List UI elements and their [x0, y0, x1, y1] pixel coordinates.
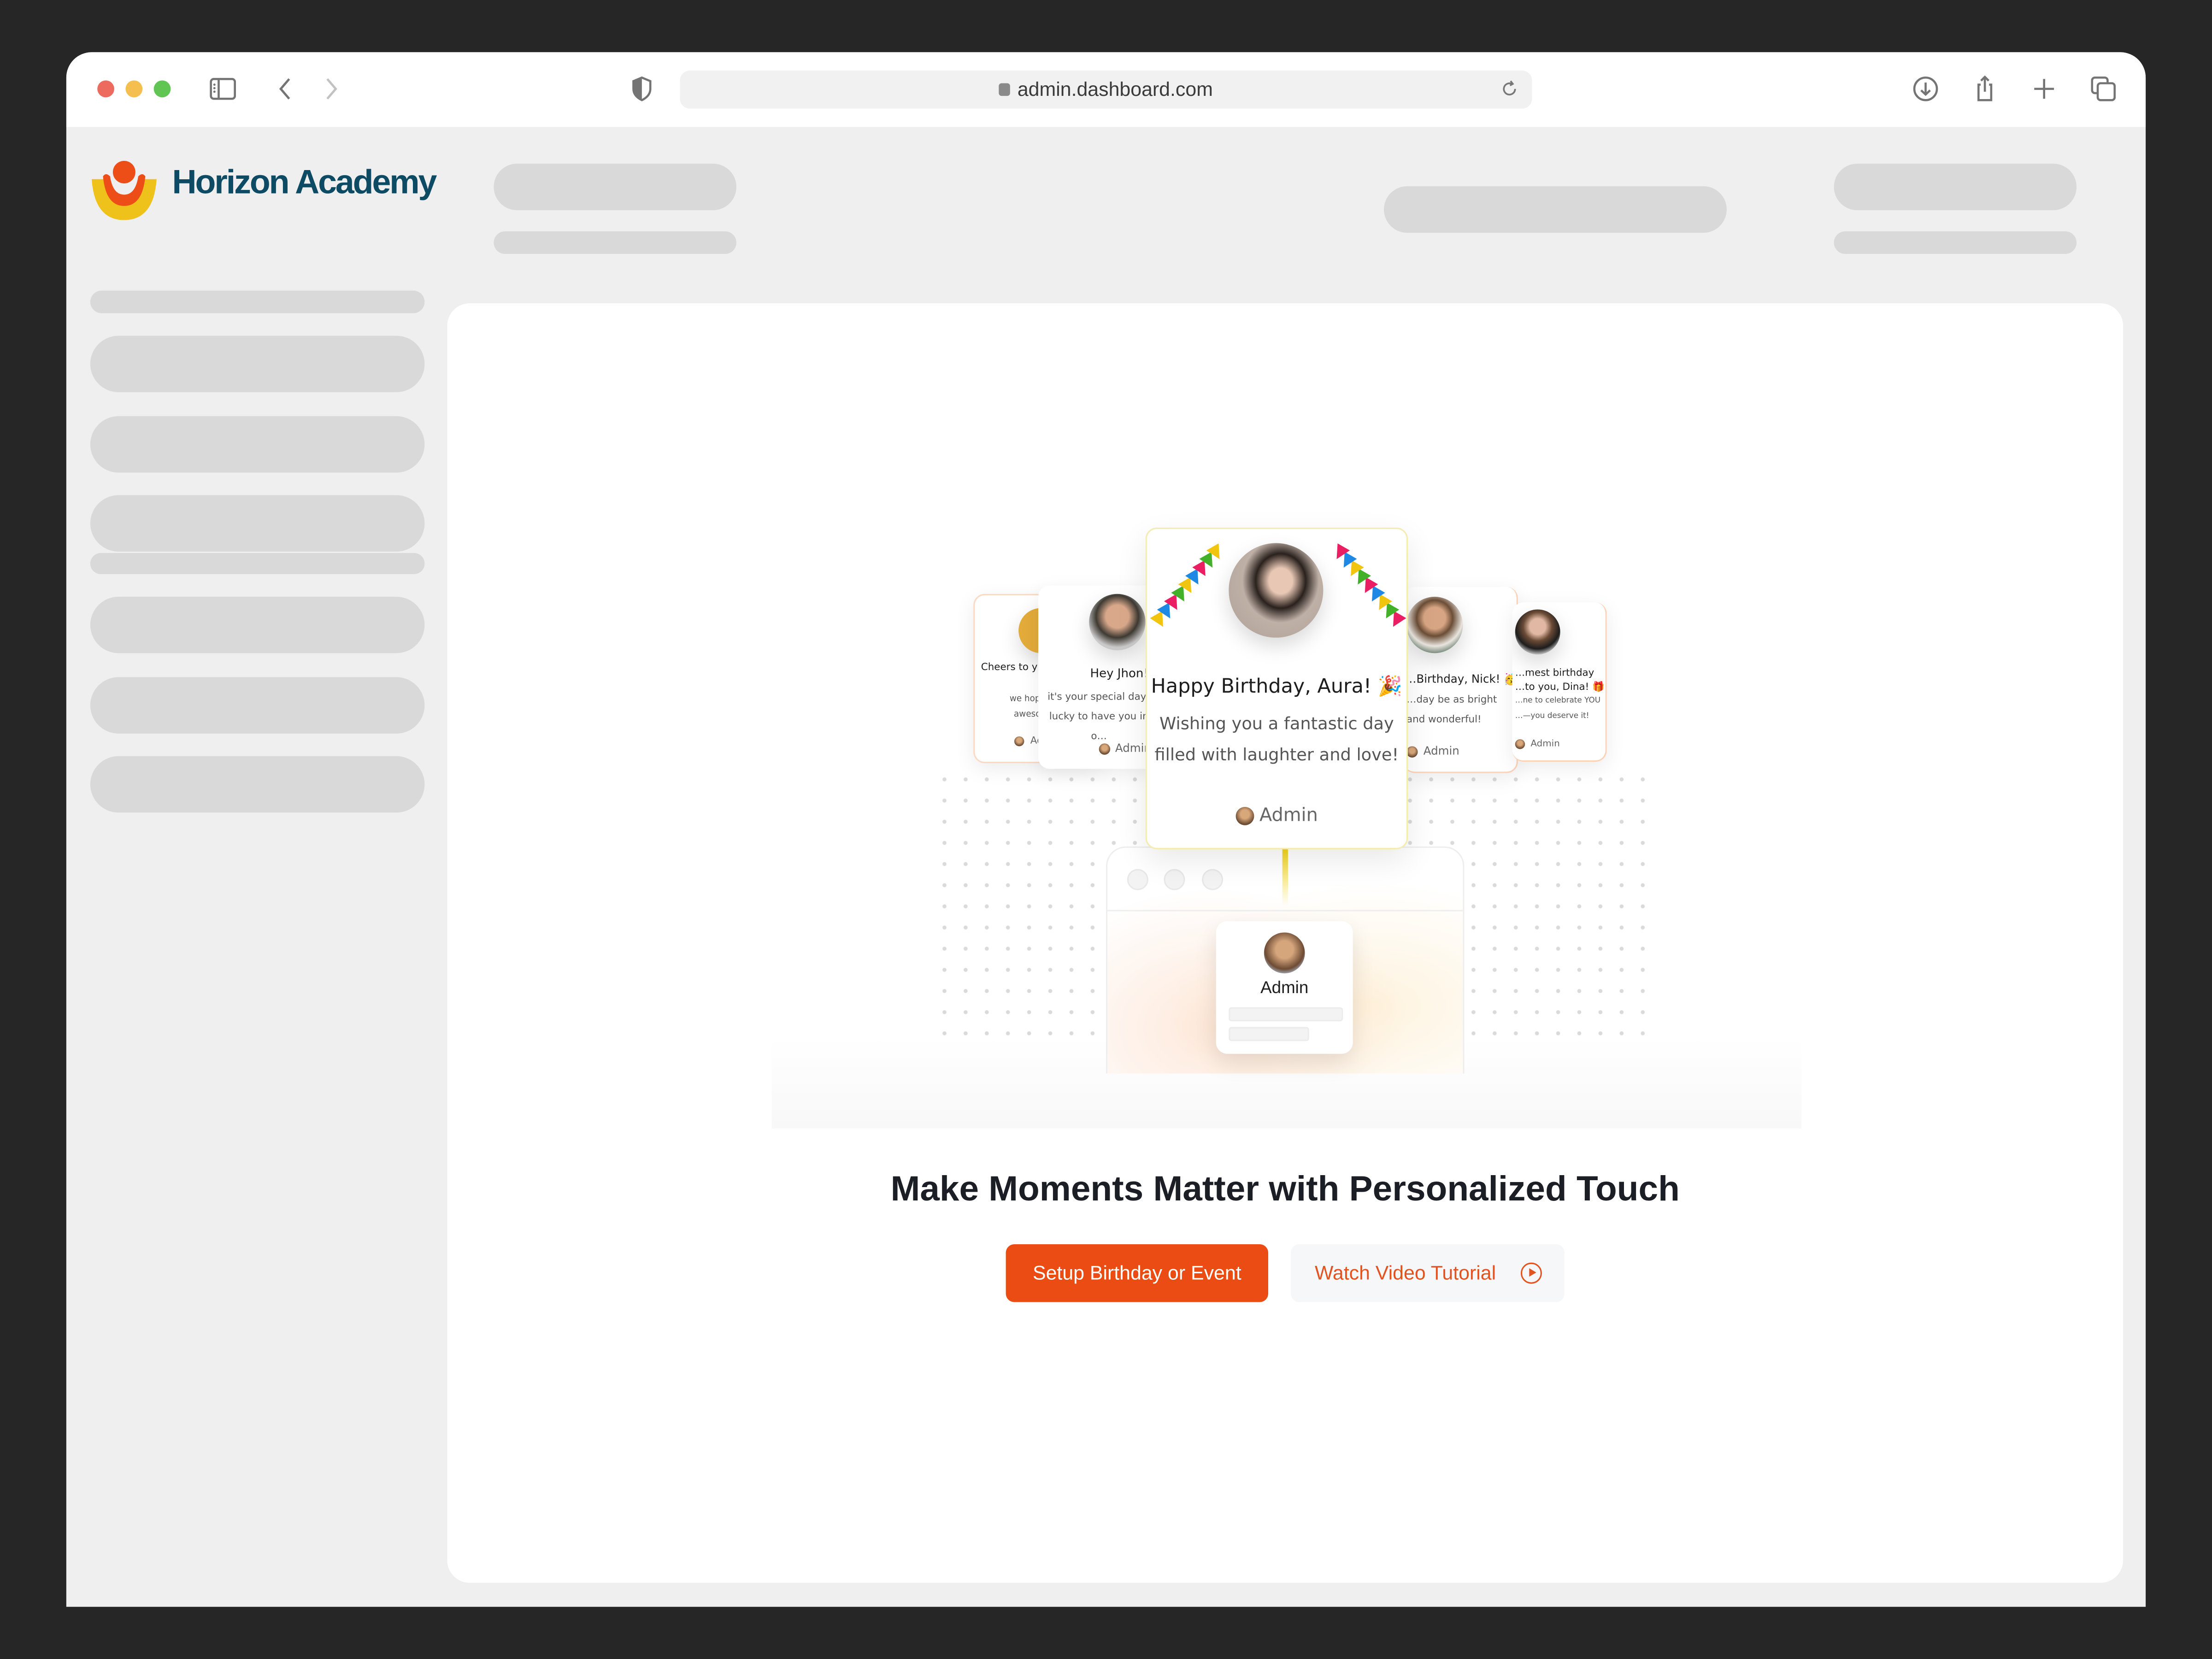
card-title: …mest birthday …to you, Dina! 🎁 — [1515, 667, 1605, 693]
sidebar-item-skeleton[interactable] — [90, 596, 425, 653]
sidebar-item-skeleton[interactable] — [90, 335, 425, 393]
featured-card-message: Wishing you a fantastic day filled with … — [1154, 713, 1399, 765]
card-message: …day be as bright and wonderful! — [1406, 694, 1497, 725]
card-author: Admin — [1404, 745, 1517, 758]
author-avatar — [1406, 745, 1418, 757]
header-skeleton — [1384, 186, 1727, 233]
header-skeleton — [494, 164, 736, 211]
birthday-avatar — [1089, 594, 1146, 651]
sidebar-skeleton — [90, 553, 425, 574]
admin-avatar — [1264, 932, 1305, 974]
author-avatar — [1015, 735, 1025, 746]
url-text: admin.dashboard.com — [1017, 77, 1213, 100]
sidebar-toggle-icon[interactable] — [209, 75, 237, 103]
birthday-card: …mest birthday …to you, Dina! 🎁 …ne to c… — [1512, 602, 1607, 762]
screen: admin.dashboard.com Horizon Academy Admi… — [0, 0, 2212, 1659]
main-content: Admin Cheers to y… Birthday, we hope yo…… — [447, 303, 2124, 1583]
lock-icon — [999, 83, 1011, 96]
address-bar[interactable]: admin.dashboard.com — [680, 71, 1532, 109]
tabs-overview-icon[interactable] — [2089, 75, 2118, 103]
chevron-right-icon[interactable] — [318, 75, 346, 103]
shield-icon[interactable] — [628, 75, 656, 103]
admin-card: Admin — [1216, 921, 1353, 1054]
play-circle-icon — [1520, 1262, 1542, 1284]
featured-card-author: Admin — [1147, 806, 1406, 827]
page-heading: Make Moments Matter with Personalized To… — [890, 1169, 1680, 1209]
header-skeleton — [494, 231, 736, 254]
connector-line — [1282, 846, 1288, 906]
birthday-avatar — [1406, 596, 1463, 653]
sidebar-skeleton — [90, 290, 425, 313]
header-skeleton — [1834, 164, 2077, 211]
brand-logo-icon[interactable] — [89, 160, 159, 231]
card-author: Admin — [1512, 738, 1606, 749]
card-author: Admin — [1038, 742, 1159, 755]
sidebar-item-skeleton[interactable] — [90, 677, 425, 734]
admin-name: Admin — [1260, 977, 1309, 998]
birthday-avatar — [1515, 609, 1560, 655]
minimize-window-button[interactable] — [125, 80, 143, 98]
setup-birthday-button[interactable]: Setup Birthday or Event — [1006, 1244, 1269, 1302]
birthday-card: Hey Jhon! it's your special day! lucky t… — [1038, 585, 1160, 769]
card-message: it's your special day! lucky to have you… — [1047, 691, 1151, 742]
sidebar-item-skeleton[interactable] — [90, 495, 425, 552]
share-icon[interactable] — [1971, 75, 1999, 103]
browser-toolbar: admin.dashboard.com — [66, 52, 2146, 127]
card-title: Hey Jhon! — [1090, 667, 1148, 682]
birthday-card: …Birthday, Nick! 🥳 …day be as bright and… — [1403, 587, 1518, 773]
close-window-button[interactable] — [97, 80, 114, 98]
plus-icon[interactable] — [2030, 75, 2058, 103]
author-avatar — [1235, 807, 1254, 825]
header-skeleton — [1834, 231, 2077, 254]
card-title: …Birthday, Nick! 🥳 — [1405, 673, 1518, 686]
brand-name: Horizon Academy — [172, 164, 437, 202]
download-icon[interactable] — [1912, 75, 1940, 103]
author-avatar — [1515, 738, 1525, 748]
sidebar-item-skeleton[interactable] — [90, 756, 425, 813]
browser-window: admin.dashboard.com Horizon Academy Admi… — [66, 52, 2146, 1607]
reload-icon[interactable] — [1498, 77, 1521, 100]
featured-avatar — [1229, 543, 1324, 638]
chevron-left-icon[interactable] — [271, 75, 299, 103]
author-avatar — [1098, 742, 1110, 754]
empty-state-illustration: Admin Cheers to y… Birthday, we hope yo…… — [447, 303, 2123, 1150]
sidebar-item-skeleton[interactable] — [90, 416, 425, 473]
featured-birthday-card: Happy Birthday, Aura! 🎉 Wishing you a fa… — [1145, 527, 1408, 849]
card-message: …ne to celebrate YOU …—you deserve it! — [1515, 697, 1601, 721]
maximize-window-button[interactable] — [153, 80, 171, 98]
featured-card-title: Happy Birthday, Aura! 🎉 — [1151, 676, 1403, 699]
watch-video-tutorial-button[interactable]: Watch Video Tutorial — [1290, 1244, 1565, 1302]
